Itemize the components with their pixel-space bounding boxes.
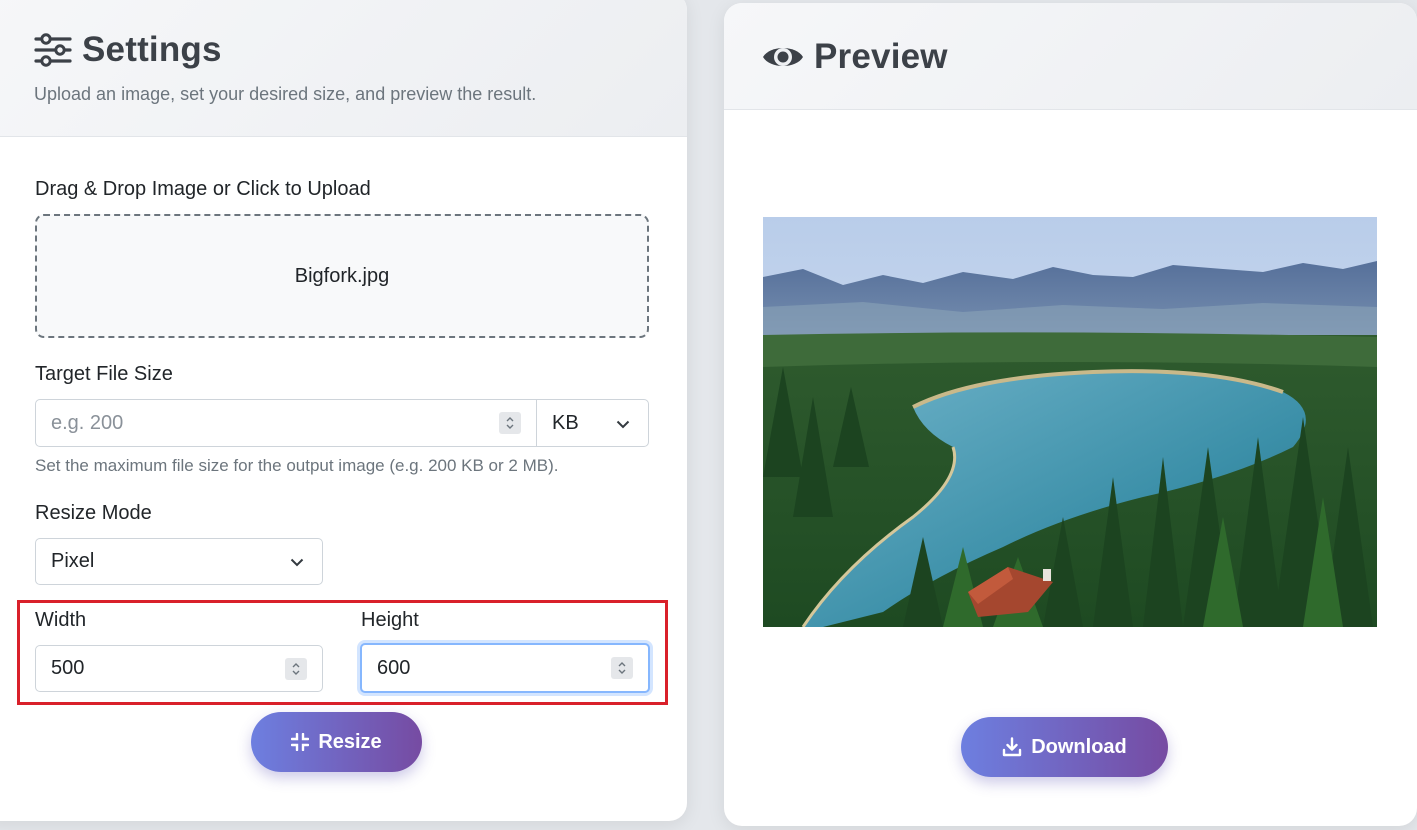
compress-icon bbox=[291, 733, 310, 751]
target-size-placeholder: e.g. 200 bbox=[51, 411, 124, 434]
spinner-icon[interactable] bbox=[611, 657, 633, 679]
chevron-down-icon bbox=[616, 412, 630, 435]
target-size-input[interactable]: e.g. 200 bbox=[35, 399, 537, 447]
unit-select[interactable]: KB bbox=[536, 399, 649, 447]
spinner-icon[interactable] bbox=[499, 412, 521, 434]
unit-select-value: KB bbox=[552, 411, 579, 434]
download-icon bbox=[1002, 737, 1022, 757]
preview-card: Preview Download bbox=[724, 3, 1417, 826]
resize-mode-select[interactable]: Pixel bbox=[35, 538, 323, 585]
eye-icon bbox=[762, 41, 804, 73]
resize-mode-label: Resize Mode bbox=[35, 502, 152, 524]
preview-image bbox=[763, 217, 1377, 627]
resize-mode-value: Pixel bbox=[51, 550, 95, 572]
sliders-icon bbox=[34, 33, 72, 67]
upload-dropzone[interactable]: Bigfork.jpg bbox=[35, 214, 649, 338]
width-value: 500 bbox=[51, 657, 85, 679]
upload-label: Drag & Drop Image or Click to Upload bbox=[35, 178, 371, 200]
preview-title: Preview bbox=[814, 37, 948, 76]
resize-button[interactable]: Resize bbox=[251, 712, 422, 772]
preview-header: Preview bbox=[724, 3, 1417, 110]
width-label: Width bbox=[35, 609, 87, 631]
target-size-label: Target File Size bbox=[35, 363, 173, 385]
uploaded-filename: Bigfork.jpg bbox=[294, 264, 390, 287]
download-button-label: Download bbox=[1031, 735, 1127, 758]
height-value: 600 bbox=[377, 656, 411, 679]
download-button[interactable]: Download bbox=[961, 717, 1168, 777]
settings-header: Settings Upload an image, set your desir… bbox=[0, 0, 687, 137]
settings-subtitle: Upload an image, set your desired size, … bbox=[34, 84, 537, 104]
width-input[interactable]: 500 bbox=[35, 645, 323, 692]
target-size-help: Set the maximum file size for the output… bbox=[35, 456, 559, 475]
spinner-icon[interactable] bbox=[285, 657, 307, 680]
settings-title: Settings bbox=[82, 30, 222, 69]
height-input[interactable]: 600 bbox=[360, 643, 650, 693]
resize-button-label: Resize bbox=[318, 730, 382, 753]
chevron-down-icon bbox=[290, 550, 304, 573]
settings-card: Settings Upload an image, set your desir… bbox=[0, 0, 687, 821]
height-label: Height bbox=[361, 609, 419, 631]
